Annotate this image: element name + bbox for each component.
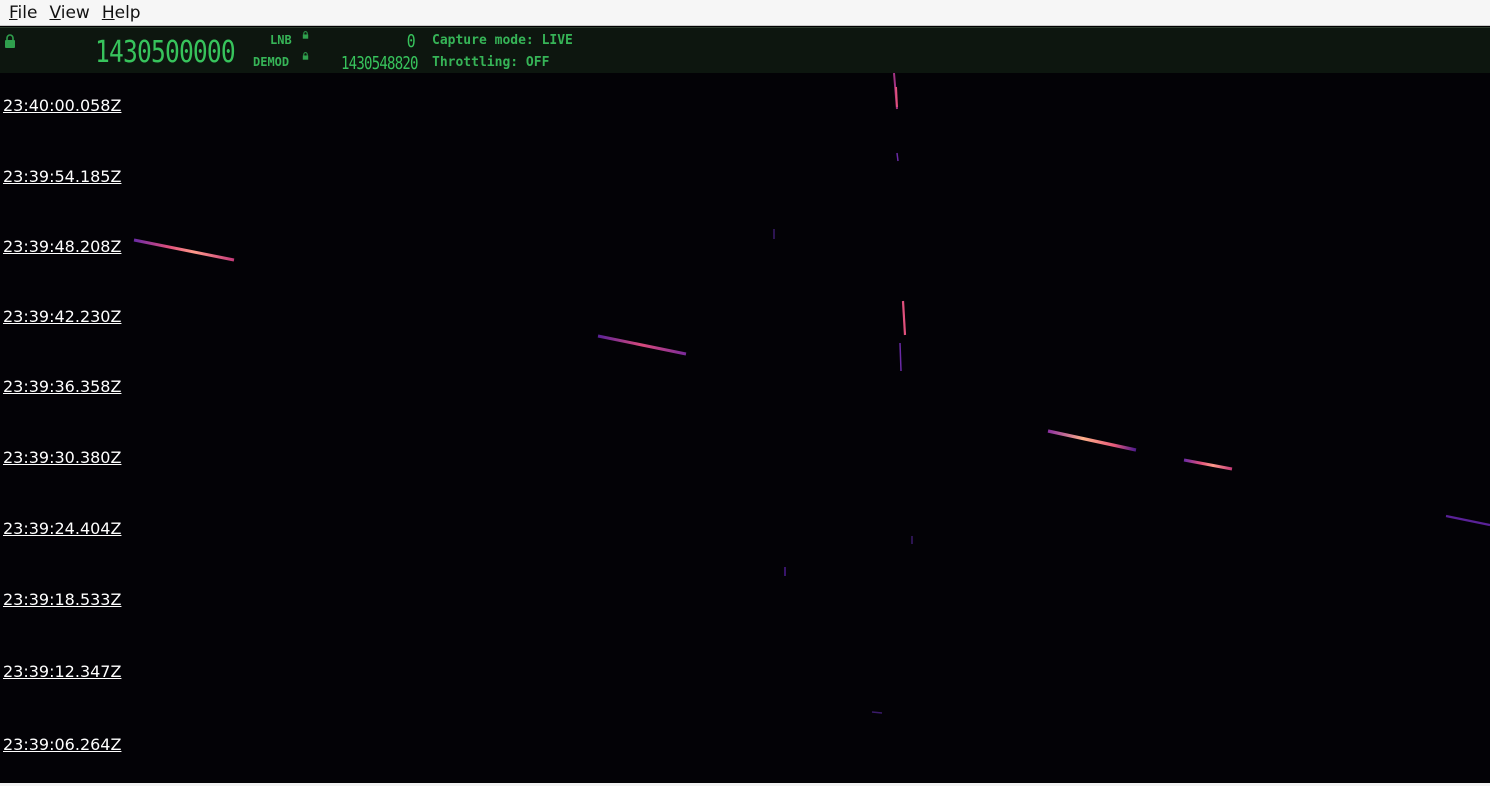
timestamp-label: 23:39:54.185Z [3,167,122,186]
menu-view[interactable]: View [43,1,95,25]
signal-trace [895,86,898,108]
status-panel: 1430500000 LNB 0 DEMOD 1430548820 Captur… [0,27,1490,74]
capture-mode-status: Capture mode: LIVE [432,33,573,48]
noise-speck [871,711,883,714]
demod-frequency-value[interactable]: 1430548820 [341,53,419,74]
timestamp-label: 23:39:06.264Z [3,735,122,754]
lnb-frequency-value[interactable]: 0 [407,31,416,52]
timestamp-label: 23:39:48.208Z [3,237,122,256]
menu-bar: File View Help [0,0,1490,26]
timestamp-label: 23:39:18.533Z [3,590,122,609]
signal-streak [597,334,687,356]
timestamp-label: 23:39:12.347Z [3,662,122,681]
demod-lock-icon[interactable] [302,52,309,60]
throttling-status: Throttling: OFF [432,55,550,70]
timestamp-label: 23:39:36.358Z [3,377,122,396]
lnb-lock-icon[interactable] [302,31,309,39]
signal-streak [1445,514,1490,527]
timestamp-label: 23:39:42.230Z [3,307,122,326]
lock-icon[interactable] [4,34,16,48]
timestamp-label: 23:39:30.380Z [3,448,122,467]
waterfall-spectrogram [133,73,1490,778]
frequency-display[interactable]: 1430500000 [95,36,236,70]
waterfall-display[interactable]: 23:40:00.058Z 23:39:54.185Z 23:39:48.208… [0,73,1490,786]
menu-file[interactable]: File [3,1,43,25]
signal-streak [133,238,235,262]
signal-streak [1047,429,1137,452]
sdr-waterfall-window: File View Help 1430500000 LNB 0 DEMOD 14… [0,0,1490,786]
timestamp-label: 23:40:00.058Z [3,96,122,115]
demod-label: DEMOD [253,55,290,69]
signal-trace [899,342,902,372]
lnb-label: LNB [270,33,292,47]
signal-trace [896,152,899,162]
menu-help[interactable]: Help [96,1,147,25]
signal-streak [1183,458,1233,471]
signal-trace [901,300,907,336]
timestamp-label: 23:39:24.404Z [3,519,122,538]
